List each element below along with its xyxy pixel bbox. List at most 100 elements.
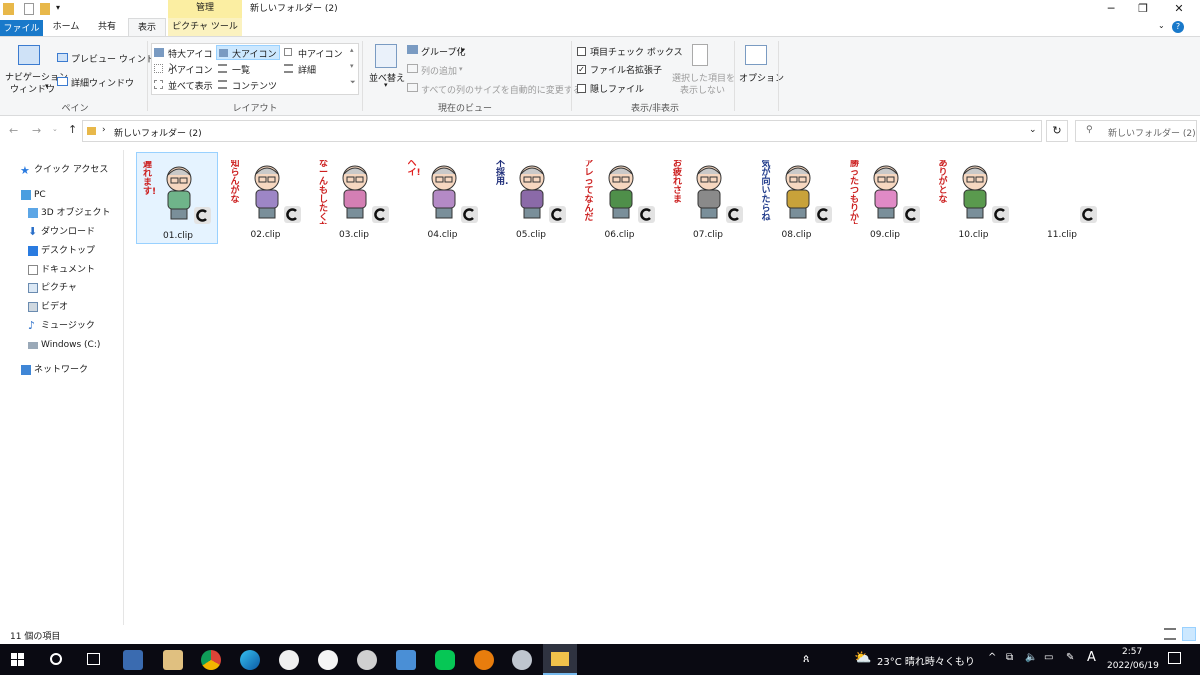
people-icon[interactable]: ጰ — [803, 652, 810, 666]
layout-large-icons[interactable]: 大アイコン — [216, 45, 280, 60]
manage-context-tab[interactable]: 管理 — [168, 0, 242, 18]
up-icon[interactable]: ↑ — [68, 123, 77, 136]
volume-icon[interactable]: 🔈 — [1025, 652, 1037, 663]
preview-pane-button[interactable]: プレビュー ウィンドウ — [71, 52, 164, 65]
edge-app-icon[interactable] — [240, 650, 260, 670]
file-item[interactable]: ありがとな 10.clip — [933, 152, 1015, 244]
navigation-pane-icon[interactable] — [18, 45, 40, 65]
forward-icon[interactable]: → — [32, 124, 41, 137]
file-item[interactable]: 勝ったつもりかよ 09.clip — [844, 152, 926, 244]
sidebar-item-videos[interactable]: ビデオ — [28, 299, 68, 315]
layout-content[interactable]: コンテンツ — [218, 78, 280, 92]
hide-selected-button-line2[interactable]: 表示しない — [680, 83, 725, 96]
layout-tiles[interactable]: 並べて表示 — [154, 78, 216, 92]
start-windows-icon[interactable] — [11, 653, 24, 666]
new-folder-icon[interactable] — [40, 3, 50, 15]
back-icon[interactable]: ← — [9, 124, 18, 137]
sidebar-item-pc[interactable]: PC — [21, 187, 46, 203]
item-checkboxes-checkbox[interactable] — [577, 47, 586, 56]
itunes-app-icon[interactable] — [279, 650, 299, 670]
tab-view[interactable]: 表示 — [128, 18, 166, 36]
search-input[interactable]: ⚲ 新しいフォルダー (2)の... — [1075, 120, 1197, 142]
tab-home[interactable]: ホーム — [46, 18, 86, 36]
hidden-items-checkbox[interactable] — [577, 84, 586, 93]
network-tray-icon[interactable]: ▭ — [1044, 652, 1053, 663]
file-item[interactable]: 気が向いたらね 08.clip — [756, 152, 838, 244]
layout-medium-icons[interactable]: 中アイコン — [284, 46, 346, 60]
explorer-app-icon[interactable] — [543, 644, 577, 675]
weather-icon[interactable]: ⛅ — [854, 650, 871, 666]
tray-expand-icon[interactable]: ^ — [988, 652, 996, 663]
calculator-app-icon[interactable] — [123, 650, 143, 670]
gallery-expand-icon[interactable]: ⏷ — [350, 78, 356, 87]
blender-app-icon[interactable] — [474, 650, 494, 670]
clock-time[interactable]: 2:57 — [1122, 647, 1142, 657]
customize-qat-icon[interactable]: ▾ — [56, 3, 64, 15]
sidebar-item-downloads[interactable]: ⬇ ダウンロード — [28, 224, 95, 240]
sort-by-icon[interactable] — [375, 44, 397, 68]
close-button[interactable]: ✕ — [1162, 0, 1196, 18]
address-bar[interactable]: › 新しいフォルダー (2) ⌄ — [82, 120, 1042, 142]
options-icon[interactable] — [745, 45, 767, 65]
search-circle-icon[interactable] — [50, 653, 62, 665]
gallery-scroll-up-icon[interactable]: ▴ — [350, 46, 354, 54]
globe-app-icon[interactable] — [512, 650, 532, 670]
sidebar-item-documents[interactable]: ドキュメント — [28, 262, 95, 278]
notification-icon[interactable] — [1168, 652, 1181, 664]
large-icons-view-toggle-icon[interactable] — [1182, 627, 1196, 641]
file-item[interactable]: アレってなんだった 06.clip — [579, 152, 661, 244]
clip-studio-app-icon[interactable] — [357, 650, 377, 670]
layout-extra-large-icons[interactable]: 特大アイコン — [154, 46, 216, 73]
layout-details[interactable]: 詳細 — [284, 62, 346, 76]
help-icon[interactable]: ? — [1172, 21, 1184, 33]
task-view-icon[interactable] — [87, 653, 100, 665]
dropdown-arrow-icon[interactable]: ▾ — [461, 46, 465, 54]
details-pane-button[interactable]: 詳細ウィンドウ — [71, 76, 134, 89]
recent-locations-icon[interactable]: ⌄ — [52, 125, 58, 133]
gallery-scroll-down-icon[interactable]: ▾ — [350, 62, 354, 70]
sidebar-item-drive-c[interactable]: Windows (C:) — [28, 337, 100, 353]
sidebar-item-desktop[interactable]: デスクトップ — [28, 243, 95, 259]
tab-picture-tools[interactable]: ピクチャ ツール — [168, 18, 242, 36]
line-app-icon[interactable] — [435, 650, 455, 670]
size-all-columns-button[interactable]: すべての列のサイズを自動的に変更する — [421, 83, 582, 96]
layout-list[interactable]: 一覧 — [218, 62, 280, 76]
chrome-app-icon[interactable] — [201, 650, 221, 670]
sidebar-item-pictures[interactable]: ピクチャ — [28, 280, 77, 296]
weather-text[interactable]: 23°C 晴れ時々くもり — [877, 653, 975, 668]
file-item[interactable]: 11.clip — [1021, 152, 1103, 244]
minimize-button[interactable]: ─ — [1094, 0, 1128, 18]
clock-date[interactable]: 2022/06/19 — [1107, 661, 1159, 671]
paint-app-icon[interactable] — [163, 650, 183, 670]
properties-icon[interactable] — [24, 3, 34, 15]
layout-small-icons[interactable]: 小アイコン — [154, 62, 216, 76]
details-view-toggle-icon[interactable] — [1164, 628, 1176, 640]
refresh-button[interactable]: ↻ — [1046, 120, 1068, 142]
sidebar-item-network[interactable]: ネットワーク — [21, 362, 88, 378]
file-item[interactable]: 知らんがな 02.clip — [225, 152, 307, 244]
sidebar-item-quick-access[interactable]: ★ クイック アクセス — [20, 162, 108, 178]
hide-selected-icon[interactable] — [692, 44, 708, 66]
ime-indicator[interactable]: A — [1087, 650, 1096, 665]
dropdown-arrow-icon[interactable]: ▾ — [45, 82, 49, 90]
camera-app-icon[interactable] — [396, 650, 416, 670]
address-dropdown-icon[interactable]: ⌄ — [1029, 125, 1037, 135]
sidebar-item-music[interactable]: ♪ ミュージック — [28, 318, 95, 334]
tab-share[interactable]: 共有 — [88, 18, 126, 36]
breadcrumb-current[interactable]: 新しいフォルダー (2) — [114, 126, 202, 139]
pen-icon[interactable]: ✎ — [1066, 652, 1074, 663]
file-item[interactable]: 不採用. 05.clip — [490, 152, 572, 244]
file-item[interactable]: 遅れます!! 01.clip — [136, 152, 218, 244]
file-item[interactable]: なーんもしたくない 03.clip — [313, 152, 395, 244]
file-extensions-checkbox[interactable]: ✓ — [577, 65, 586, 74]
file-item[interactable]: お疲れさま 07.clip — [667, 152, 749, 244]
dropdown-arrow-icon[interactable]: ▾ — [384, 81, 388, 89]
word-circle-app-icon[interactable] — [318, 650, 338, 670]
tray-app-icon[interactable]: ⧉ — [1006, 652, 1013, 663]
sidebar-item-3d-objects[interactable]: 3D オブジェクト — [28, 205, 111, 221]
add-columns-button[interactable]: 列の追加 — [421, 64, 457, 77]
dropdown-arrow-icon[interactable]: ▾ — [459, 65, 463, 73]
group-by-button[interactable]: グループ化 — [421, 45, 465, 58]
maximize-button[interactable]: ❐ — [1126, 0, 1160, 18]
expand-ribbon-icon[interactable]: ⌄ — [1158, 21, 1165, 30]
